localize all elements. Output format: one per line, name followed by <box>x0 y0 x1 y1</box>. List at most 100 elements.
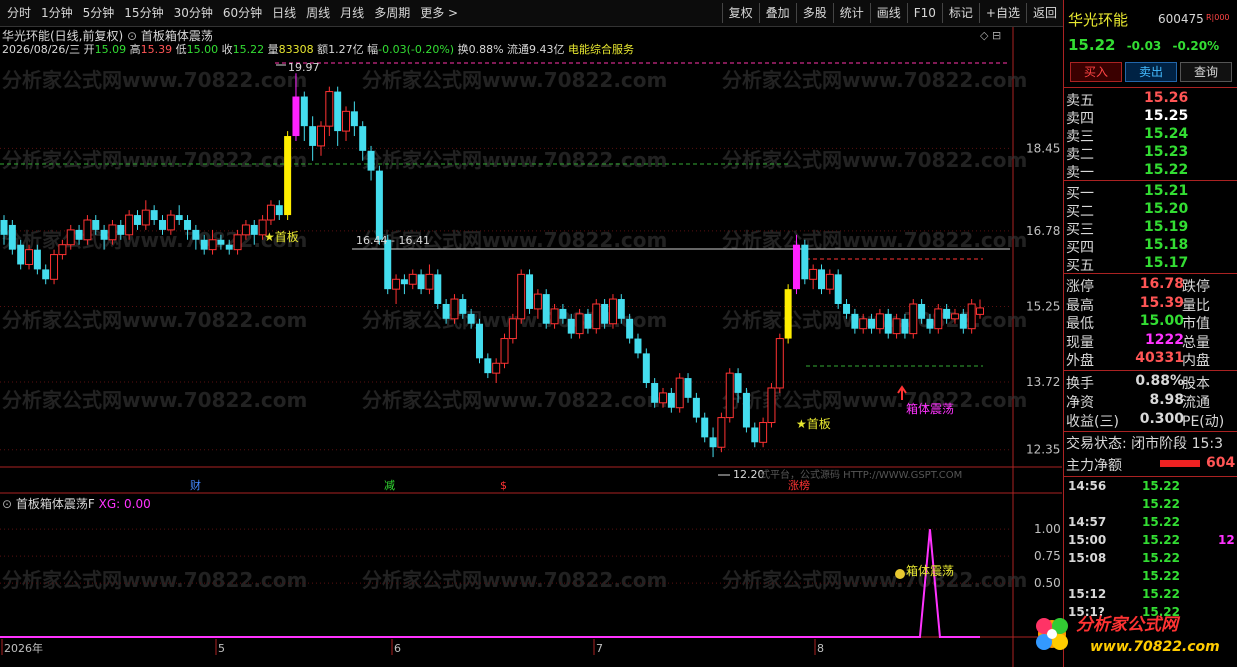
candle-body[interactable] <box>50 254 59 280</box>
candle-body[interactable] <box>692 397 700 418</box>
candle-body[interactable] <box>484 358 492 374</box>
tab-weekly[interactable]: 周线 <box>301 4 335 22</box>
tab-15min[interactable]: 15分钟 <box>119 4 168 22</box>
candle-body[interactable] <box>701 417 709 438</box>
f10-button[interactable]: F10 <box>906 3 942 23</box>
candle-body[interactable] <box>92 220 100 230</box>
candle-body[interactable] <box>943 308 951 319</box>
candle-body[interactable] <box>775 338 784 389</box>
candle-body[interactable] <box>825 273 834 290</box>
tab-multi-period[interactable]: 多周期 <box>369 4 415 22</box>
candle-body[interactable] <box>300 96 308 127</box>
candle-body[interactable] <box>892 318 901 335</box>
candle-body[interactable] <box>241 224 250 236</box>
candle-body[interactable] <box>725 372 734 419</box>
candle-body[interactable] <box>342 110 351 132</box>
candle-body[interactable] <box>843 303 851 314</box>
candle-body[interactable] <box>25 249 34 265</box>
candle-body[interactable] <box>792 244 800 290</box>
candle-body[interactable] <box>659 392 668 404</box>
mark-button[interactable]: 标记 <box>941 3 979 23</box>
tab-monthly[interactable]: 月线 <box>335 4 369 22</box>
candle-body[interactable] <box>675 377 684 409</box>
candle-body[interactable] <box>367 150 375 171</box>
candle-body[interactable] <box>918 303 926 319</box>
candle-body[interactable] <box>508 318 517 340</box>
candle-body[interactable] <box>601 303 609 324</box>
candle-body[interactable] <box>8 224 16 250</box>
candle-body[interactable] <box>459 299 467 314</box>
candle-body[interactable] <box>608 298 617 325</box>
candle-body[interactable] <box>158 220 166 230</box>
candle-body[interactable] <box>192 229 200 240</box>
sub-dropdown-icon[interactable]: ⊙ <box>2 497 12 511</box>
candle-body[interactable] <box>83 219 92 241</box>
candle-body[interactable] <box>42 269 50 280</box>
back-button[interactable]: 返回 <box>1025 3 1063 23</box>
candle-body[interactable] <box>75 229 83 240</box>
candle-body[interactable] <box>292 96 300 137</box>
multi-stock-button[interactable]: 多股 <box>795 3 833 23</box>
event-mark-finance[interactable]: 财 <box>190 478 201 492</box>
candle-body[interactable] <box>375 170 383 240</box>
query-button[interactable]: 查询 <box>1180 62 1232 82</box>
candle-body[interactable] <box>559 308 567 319</box>
candle-body[interactable] <box>33 249 41 270</box>
candle-body[interactable] <box>542 294 550 324</box>
candle-body[interactable] <box>467 313 475 324</box>
candle-body[interactable] <box>851 313 859 329</box>
candle-body[interactable] <box>66 229 75 246</box>
candle-body[interactable] <box>617 299 625 319</box>
candle-body[interactable] <box>141 209 150 226</box>
candle-body[interactable] <box>384 239 392 290</box>
candle-body[interactable] <box>434 274 442 304</box>
candle-body[interactable] <box>175 215 183 221</box>
candle-body[interactable] <box>809 268 818 280</box>
candle-body[interactable] <box>275 205 283 216</box>
event-mark-dividend[interactable]: $ <box>500 479 507 492</box>
candle-body[interactable] <box>316 125 325 147</box>
kline-chart-area[interactable]: 分析家公式网www.70822.com 分析家公式网www.70822.com 分析… <box>0 27 1062 667</box>
draw-button[interactable]: 画线 <box>869 3 907 23</box>
candle-body[interactable] <box>108 224 117 241</box>
candle-body[interactable] <box>592 303 601 330</box>
candle-body[interactable] <box>266 204 275 221</box>
tab-daily[interactable]: 日线 <box>267 4 301 22</box>
candle-body[interactable] <box>959 313 967 329</box>
candle-body[interactable] <box>184 220 192 230</box>
candle-body[interactable] <box>408 273 417 285</box>
candle-body[interactable] <box>284 136 292 216</box>
candle-body[interactable] <box>651 383 659 403</box>
candle-body[interactable] <box>717 417 726 448</box>
candle-body[interactable] <box>976 307 984 315</box>
candle-body[interactable] <box>742 392 750 428</box>
candle-body[interactable] <box>550 308 559 325</box>
candle-body[interactable] <box>125 214 134 236</box>
candle-body[interactable] <box>309 126 317 146</box>
candle-body[interactable] <box>517 273 526 320</box>
candle-body[interactable] <box>575 313 584 335</box>
candle-body[interactable] <box>400 279 408 285</box>
candle-body[interactable] <box>58 244 67 256</box>
candle-body[interactable] <box>950 313 959 320</box>
candle-body[interactable] <box>767 387 776 424</box>
candle-body[interactable] <box>233 234 242 251</box>
adjust-button[interactable]: 复权 <box>721 3 759 23</box>
candle-body[interactable] <box>584 313 592 329</box>
buy-button[interactable]: 买入 <box>1070 62 1122 82</box>
candle-body[interactable] <box>634 338 642 354</box>
candle-body[interactable] <box>117 224 125 235</box>
event-mark-rank[interactable]: 涨榜 <box>788 478 810 492</box>
candle-body[interactable] <box>208 239 217 251</box>
candle-body[interactable] <box>225 244 233 250</box>
candle-body[interactable] <box>442 303 450 319</box>
candle-body[interactable] <box>868 318 876 329</box>
candle-body[interactable] <box>0 220 8 235</box>
candle-body[interactable] <box>934 308 943 330</box>
candle-body[interactable] <box>875 313 884 330</box>
candle-body[interactable] <box>834 274 842 304</box>
candle-body[interactable] <box>901 318 909 334</box>
candle-body[interactable] <box>859 318 868 330</box>
event-mark-reduce[interactable]: 减 <box>384 479 395 492</box>
candle-body[interactable] <box>500 338 509 364</box>
